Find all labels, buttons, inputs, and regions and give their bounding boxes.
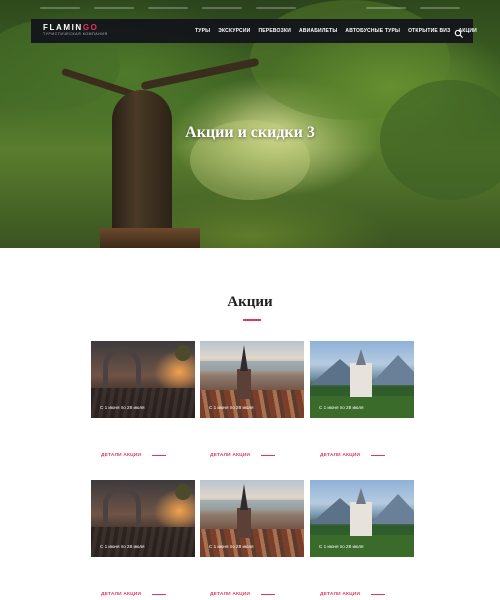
link-line: [261, 455, 276, 456]
promo-details-link[interactable]: ДЕТАЛИ АКЦИИ: [210, 453, 276, 458]
menu-item-excursions[interactable]: ЭКСКУРСИИ: [218, 28, 250, 34]
tree-trunk: [112, 90, 172, 240]
menu-item-transfers[interactable]: ПЕРЕВОЗКИ: [258, 28, 291, 34]
menu-item-flights[interactable]: АВИАБИЛЕТЫ: [299, 28, 337, 34]
main-navbar: FLAMINGO ТУРИСТИЧЕСКАЯ КОМПАНИЯ ТУРЫ ЭКС…: [31, 19, 477, 43]
promo-date: С 1 июня по 28 июля: [209, 405, 254, 410]
main-menu: ТУРЫ ЭКСКУРСИИ ПЕРЕВОЗКИ АВИАБИЛЕТЫ АВТО…: [195, 19, 477, 43]
page-title: Акции и скидки 3: [185, 124, 315, 141]
promo-date: С 1 июня по 28 июля: [209, 544, 254, 549]
top-info-bar: [40, 2, 460, 14]
tree-branch: [140, 57, 260, 91]
link-line: [371, 455, 386, 456]
site-logo[interactable]: FLAMINGO ТУРИСТИЧЕСКАЯ КОМПАНИЯ: [43, 23, 108, 37]
promo-details-link[interactable]: ДЕТАЛИ АКЦИИ: [320, 453, 386, 458]
promo-details-link[interactable]: ДЕТАЛИ АКЦИИ: [210, 592, 276, 597]
wooden-bench: [100, 228, 200, 248]
menu-item-tours[interactable]: ТУРЫ: [195, 28, 210, 34]
hero-banner: FLAMINGO ТУРИСТИЧЕСКАЯ КОМПАНИЯ ТУРЫ ЭКС…: [0, 0, 500, 248]
link-line: [152, 455, 167, 456]
promo-card[interactable]: С 1 июня по 28 июля ДЕТАЛИ АКЦИИ: [91, 480, 195, 597]
link-line: [261, 594, 276, 595]
promo-image-street[interactable]: С 1 июня по 28 июля: [91, 480, 195, 557]
promo-date: С 1 июня по 28 июля: [319, 405, 364, 410]
promo-card[interactable]: С 1 июня по 28 июля ДЕТАЛИ АКЦИИ: [310, 480, 414, 597]
promo-details-link[interactable]: ДЕТАЛИ АКЦИИ: [320, 592, 386, 597]
promo-card[interactable]: С 1 июня по 28 июля ДЕТАЛИ АКЦИИ: [200, 480, 304, 597]
promo-image-city[interactable]: С 1 июня по 28 июля: [200, 480, 304, 557]
promo-details-link[interactable]: ДЕТАЛИ АКЦИИ: [101, 453, 167, 458]
promo-image-street[interactable]: С 1 июня по 28 июля: [91, 341, 195, 418]
section-title: Акции: [227, 294, 273, 310]
link-line: [152, 594, 167, 595]
promo-date: С 1 июня по 28 июля: [100, 405, 145, 410]
promo-card[interactable]: С 1 июня по 28 июля ДЕТАЛИ АКЦИИ: [310, 341, 414, 458]
menu-item-visas[interactable]: ОТКРЫТИЕ ВИЗ: [408, 28, 450, 34]
link-line: [371, 594, 386, 595]
promo-image-city[interactable]: С 1 июня по 28 июля: [200, 341, 304, 418]
promo-card[interactable]: С 1 июня по 28 июля ДЕТАЛИ АКЦИИ: [91, 341, 195, 458]
promo-image-castle[interactable]: С 1 июня по 28 июля: [310, 341, 414, 418]
promo-card[interactable]: С 1 июня по 28 июля ДЕТАЛИ АКЦИИ: [200, 341, 304, 458]
promo-details-link[interactable]: ДЕТАЛИ АКЦИИ: [101, 592, 167, 597]
promo-image-castle[interactable]: С 1 июня по 28 июля: [310, 480, 414, 557]
promo-date: С 1 июня по 28 июля: [100, 544, 145, 549]
section-underline: [243, 319, 261, 321]
search-icon[interactable]: [454, 26, 464, 38]
menu-item-bus-tours[interactable]: АВТОБУСНЫЕ ТУРЫ: [345, 28, 400, 34]
promo-date: С 1 июня по 28 июля: [319, 544, 364, 549]
logo-tagline: ТУРИСТИЧЕСКАЯ КОМПАНИЯ: [43, 32, 108, 36]
